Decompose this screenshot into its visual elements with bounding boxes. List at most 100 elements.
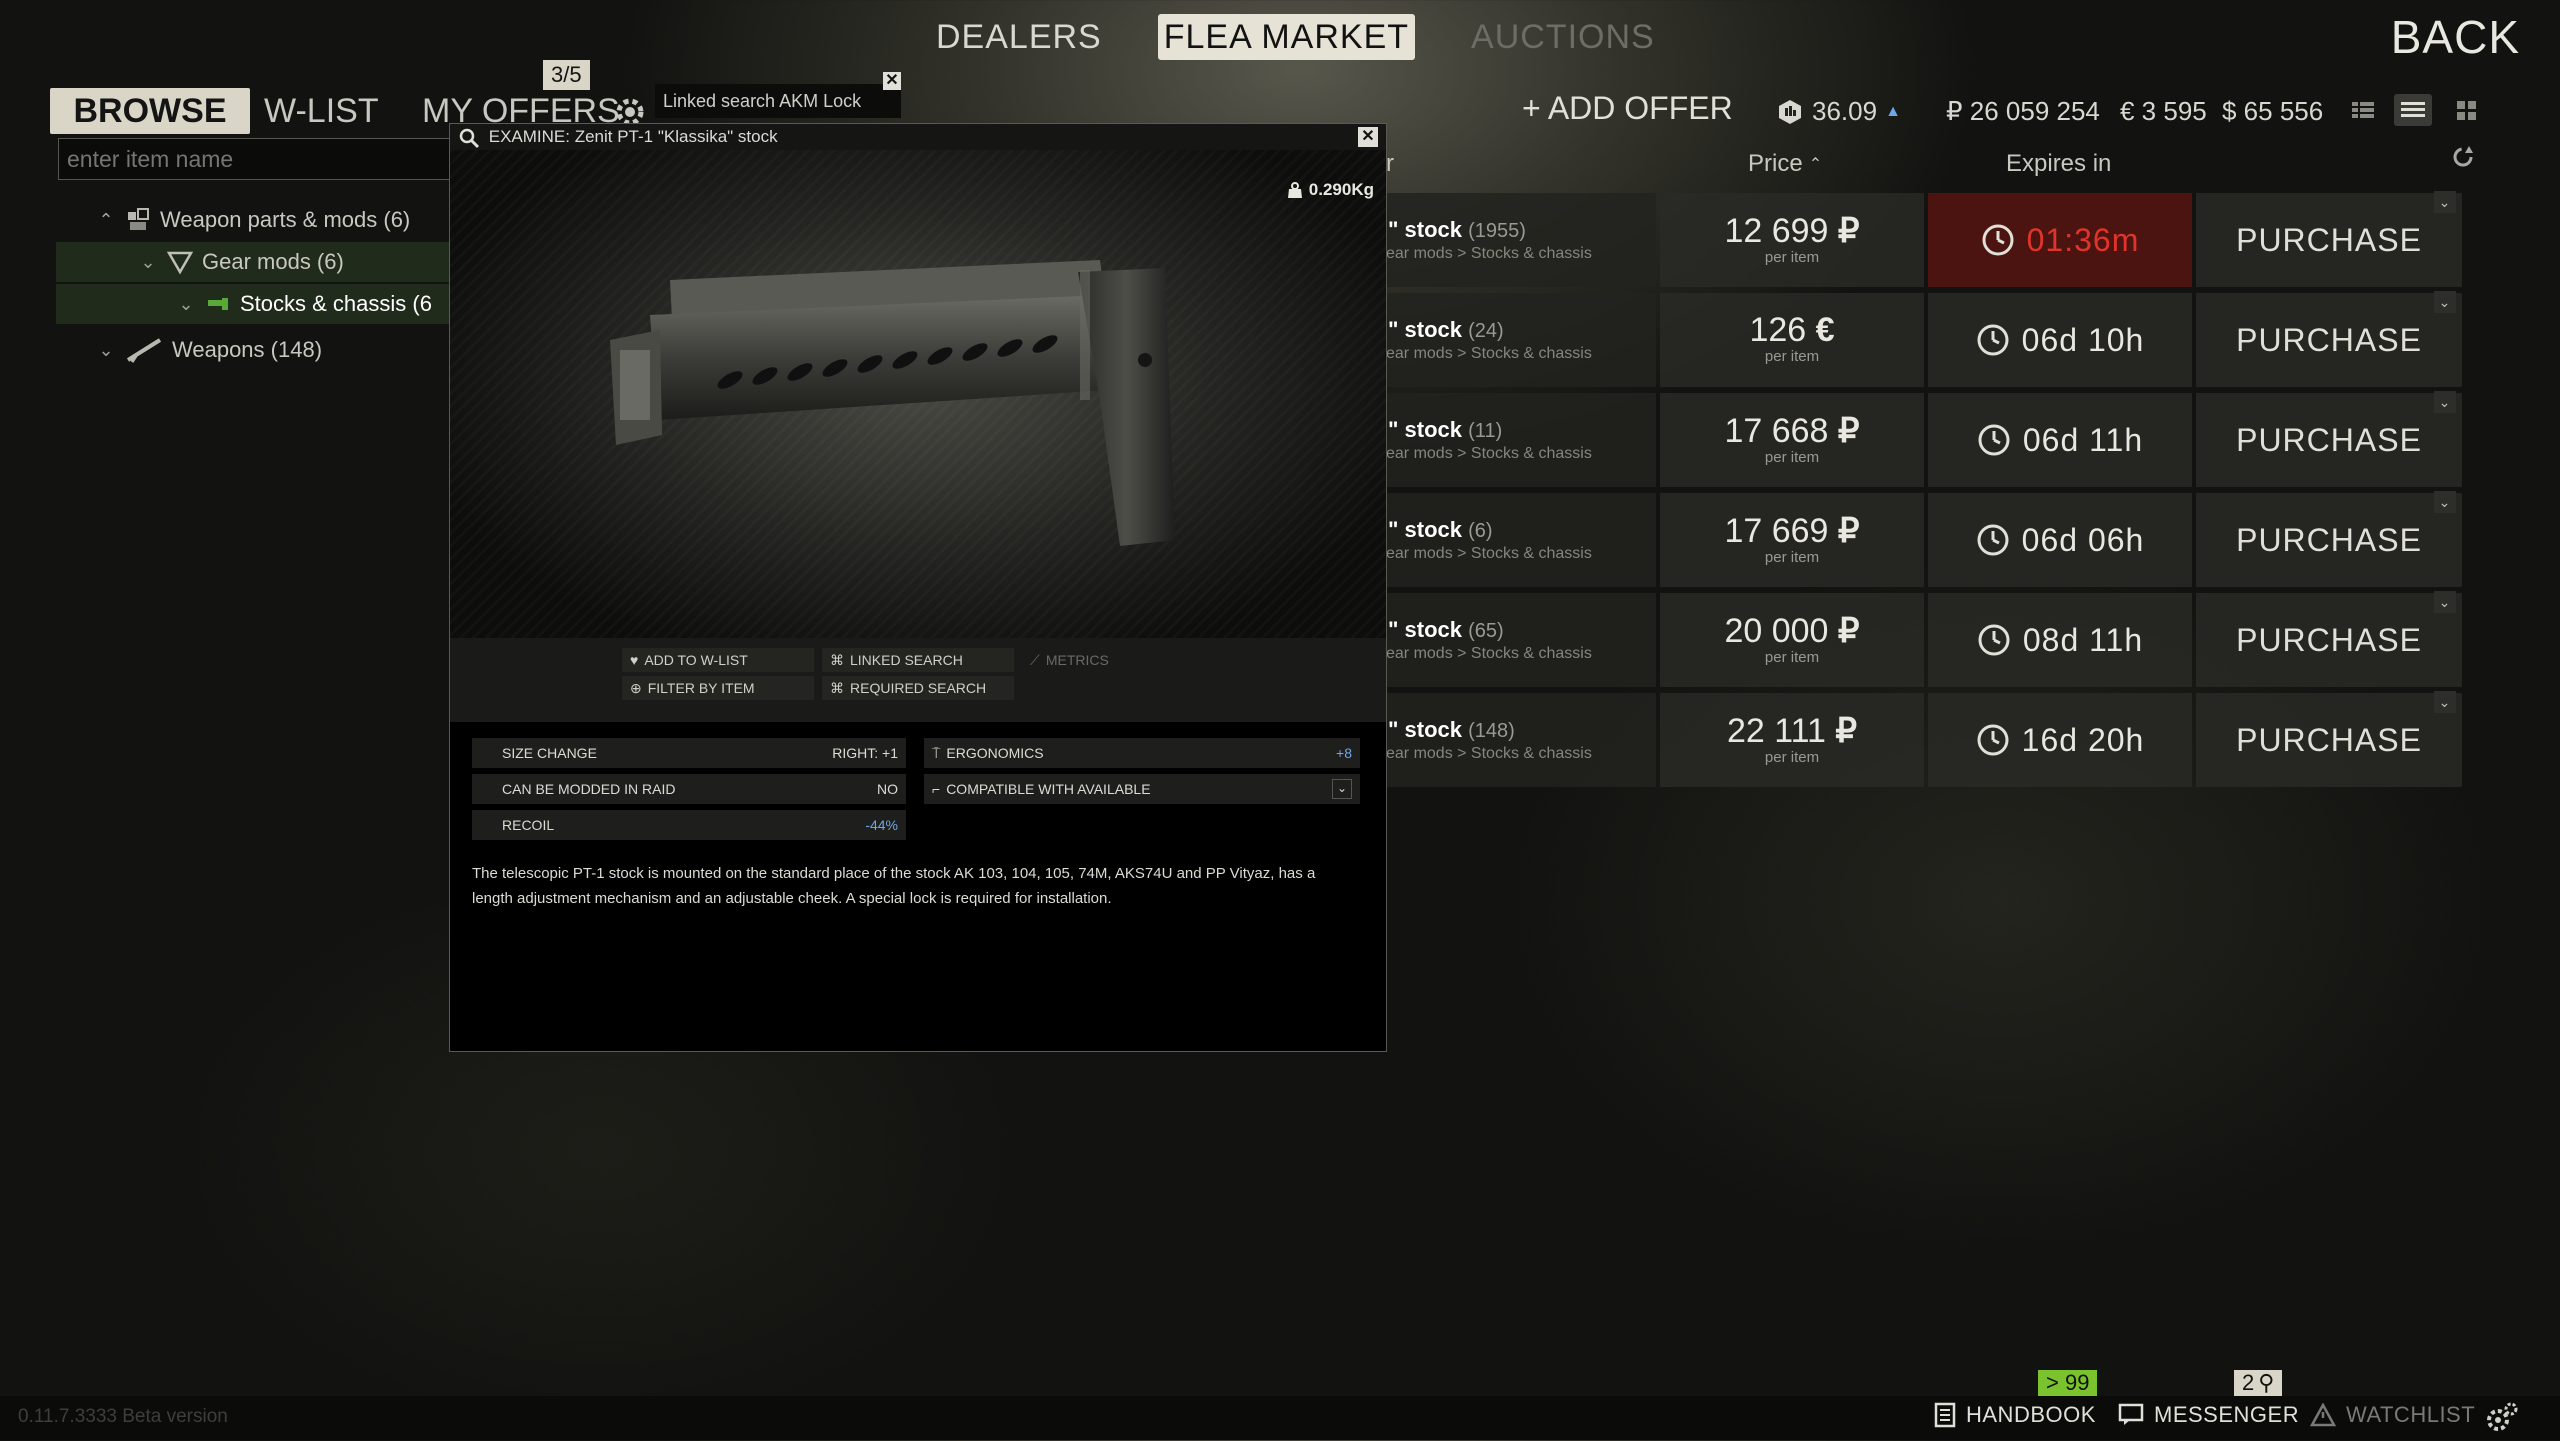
offer-expires: 06d 11h (2022, 421, 2144, 458)
offer-row[interactable]: " stock (65) ear mods > Stocks & chassis… (1386, 591, 2462, 687)
purchase-button[interactable]: PURCHASE ⌄ (2196, 291, 2462, 387)
close-linked-search-icon[interactable]: ✕ (883, 72, 901, 90)
offer-row[interactable]: " stock (24) ear mods > Stocks & chassis… (1386, 291, 2462, 387)
offer-item-cell[interactable]: " stock (24) ear mods > Stocks & chassis (1386, 293, 1656, 387)
offer-price-cell: 20 000 ₽ per item (1660, 593, 1924, 687)
tab-flea-market[interactable]: FLEA MARKET (1157, 14, 1416, 60)
offer-price: 17 669 ₽ (1660, 511, 1924, 551)
offer-item-cell[interactable]: " stock (65) ear mods > Stocks & chassis (1386, 593, 1656, 687)
messenger-button[interactable]: MESSENGER (2118, 1402, 2299, 1428)
price-value: 17 669 (1724, 512, 1829, 550)
tree-label: Stocks & chassis (6 (240, 291, 432, 316)
linked-search-button[interactable]: ⌘ LINKED SEARCH (822, 648, 1014, 672)
metrics-icon: ⟋ (1030, 651, 1040, 668)
chevron-down-icon[interactable]: ⌄ (2434, 491, 2456, 513)
watchlist-badge: 2 ⚲ (2234, 1370, 2283, 1396)
offer-item-name: " stock (6) (1388, 517, 1493, 543)
offer-price: 20 000 ₽ (1660, 611, 1924, 651)
offer-price-cell: 22 111 ₽ per item (1660, 693, 1924, 787)
refresh-icon[interactable] (2450, 144, 2476, 170)
stat-label: CAN BE MODDED IN RAID (502, 781, 676, 797)
price-value: 22 111 (1726, 712, 1826, 750)
offer-item-cell[interactable]: " stock (148) ear mods > Stocks & chassi… (1386, 693, 1656, 787)
stat-label: SIZE CHANGE (502, 745, 597, 761)
tree-item-stocks-chassis[interactable]: ⌄ Stocks & chassis (6 (56, 284, 456, 324)
tree-item-gear-mods[interactable]: ⌄ Gear mods (6) (56, 242, 456, 282)
filter-by-item-button[interactable]: ⊕ FILTER BY ITEM (622, 676, 814, 700)
offer-price-cell: 17 668 ₽ per item (1660, 393, 1924, 487)
offer-item-name: " stock (11) (1388, 417, 1502, 443)
offer-row[interactable]: " stock (11) ear mods > Stocks & chassis… (1386, 391, 2462, 487)
offer-item-cell[interactable]: " stock (6) ear mods > Stocks & chassis (1386, 493, 1656, 587)
purchase-label: PURCHASE (2236, 221, 2422, 258)
offer-item-category: ear mods > Stocks & chassis (1386, 645, 1592, 662)
stat-value: -44% (865, 817, 898, 833)
tree-item-weapon-parts[interactable]: ⌃ Weapon parts & mods (6) (56, 200, 456, 240)
purchase-button[interactable]: PURCHASE ⌄ (2196, 491, 2462, 587)
stat-label-wrap: ⌐ COMPATIBLE WITH AVAILABLE (932, 781, 1151, 797)
chevron-down-icon[interactable]: ⌄ (138, 252, 158, 273)
purchase-button[interactable]: PURCHASE ⌄ (2196, 391, 2462, 487)
add-offer-button[interactable]: + ADD OFFER (1522, 90, 1733, 127)
tab-auctions[interactable]: AUCTIONS (1465, 14, 1661, 60)
version-label: 0.11.7.3333 Beta version (18, 1406, 228, 1427)
column-header-seller[interactable]: r (1386, 150, 1394, 178)
metrics-button[interactable]: ⟋ METRICS (1022, 648, 1152, 672)
watchlist-button[interactable]: WATCHLIST (2309, 1402, 2475, 1428)
chevron-down-icon[interactable]: ⌄ (2434, 391, 2456, 413)
offer-row[interactable]: " stock (148) ear mods > Stocks & chassi… (1386, 691, 2462, 787)
required-search-button[interactable]: ⌘ REQUIRED SEARCH (822, 676, 1014, 700)
back-button[interactable]: BACK (2391, 10, 2520, 64)
heart-plus-icon: ♥ (630, 652, 639, 668)
offer-row[interactable]: " stock (6) ear mods > Stocks & chassis … (1386, 491, 2462, 587)
examine-title-bar[interactable]: EXAMINE: Zenit PT-1 "Klassika" stock (450, 124, 1386, 150)
purchase-button[interactable]: PURCHASE ⌄ (2196, 191, 2462, 287)
close-icon[interactable]: ✕ (1358, 127, 1378, 147)
offer-row[interactable]: " stock (1955) ear mods > Stocks & chass… (1386, 191, 2462, 287)
chevron-down-icon[interactable]: ⌄ (96, 340, 116, 361)
clock-icon (1976, 323, 2010, 357)
search-input[interactable] (58, 138, 458, 180)
stat-label: ERGONOMICS (946, 744, 1044, 761)
view-list-icon[interactable] (2394, 94, 2432, 126)
item-preview[interactable]: 0.290Kg (450, 150, 1386, 638)
price-unit: per item (1764, 649, 1820, 666)
settings-gear-icon[interactable] (2484, 1400, 2520, 1436)
offer-item-name: " stock (24) (1388, 317, 1504, 343)
purchase-button[interactable]: PURCHASE ⌄ (2196, 591, 2462, 687)
view-list-small-icon[interactable] (2344, 94, 2382, 126)
price-unit: per item (1764, 348, 1820, 365)
chevron-down-icon[interactable]: ⌄ (176, 294, 196, 315)
add-to-wlist-button[interactable]: ♥ ADD TO W-LIST (622, 648, 814, 672)
tab-browse[interactable]: BROWSE (50, 88, 250, 134)
column-header-expires[interactable]: Expires in (2006, 150, 2111, 178)
item-name-text: " stock (1388, 717, 1463, 742)
offer-price: 17 668 ₽ (1660, 411, 1924, 451)
chevron-down-icon[interactable]: ⌄ (2434, 591, 2456, 613)
weapon-small-icon: ⌐ (932, 781, 941, 797)
price-unit: per item (1764, 549, 1820, 566)
chevron-down-icon[interactable]: ⌄ (1332, 779, 1352, 799)
purchase-button[interactable]: PURCHASE ⌄ (2196, 691, 2462, 787)
chevron-down-icon[interactable]: ⌄ (2434, 191, 2456, 213)
chevron-up-icon[interactable]: ⌃ (96, 210, 116, 231)
offer-item-cell[interactable]: " stock (11) ear mods > Stocks & chassis (1386, 393, 1656, 487)
chevron-down-icon[interactable]: ⌄ (2434, 291, 2456, 313)
offer-item-cell[interactable]: " stock (1955) ear mods > Stocks & chass… (1386, 193, 1656, 287)
offer-price: 126 € (1660, 311, 1924, 350)
tree-item-weapons[interactable]: ⌄ Weapons (148) (56, 330, 456, 370)
purchase-label: PURCHASE (2236, 621, 2422, 658)
paperclip-icon: ⚲ (2258, 1370, 2275, 1395)
stat-moddable-in-raid: CAN BE MODDED IN RAID NO (472, 774, 906, 804)
chevron-down-icon[interactable]: ⌄ (2434, 691, 2456, 713)
dollars-balance: $ 65 556 (2222, 96, 2324, 126)
handbook-button[interactable]: HANDBOOK (1934, 1402, 2096, 1428)
column-header-price[interactable]: Price ⌃ (1748, 150, 1822, 178)
tab-wlist[interactable]: W-LIST (250, 88, 393, 134)
view-grid-icon[interactable] (2448, 94, 2486, 126)
messenger-badge: > 99 (2038, 1370, 2098, 1396)
offer-expires-cell: 08d 11h (1928, 593, 2192, 687)
tab-dealers[interactable]: DEALERS (930, 14, 1108, 60)
compatible-with-available-dropdown[interactable]: ⌐ COMPATIBLE WITH AVAILABLE ⌄ (924, 774, 1360, 804)
price-value: 12 699 (1724, 212, 1829, 250)
